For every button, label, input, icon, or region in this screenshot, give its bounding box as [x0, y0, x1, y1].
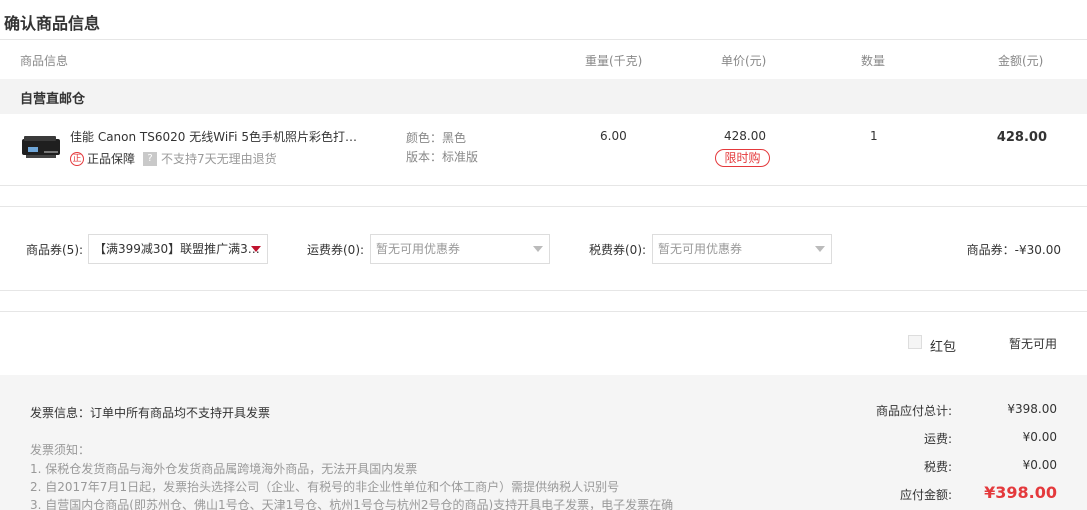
product-coupon-select[interactable]: 【满399减30】联盟推广满3…	[88, 234, 268, 264]
product-color: 颜色：黑色	[406, 131, 467, 145]
product-qty: 1	[870, 129, 878, 143]
page-title: 确认商品信息	[4, 14, 101, 33]
product-name-link[interactable]: 佳能 Canon TS6020 无线WiFi 5色手机照片彩色打…	[70, 128, 360, 145]
chevron-down-icon	[533, 246, 543, 252]
divider	[0, 206, 1087, 207]
tax-coupon-label: 税费券(0):	[589, 243, 647, 257]
summary-pay-label: 应付金额:	[899, 488, 952, 502]
divider	[0, 39, 1087, 40]
coupon-discount-summary: 商品券：-¥30.00	[966, 243, 1061, 257]
summary-tax-label: 税费:	[923, 460, 952, 474]
hongbao-checkbox[interactable]	[908, 335, 922, 349]
summary-shipping-value: ¥0.00	[1022, 430, 1057, 444]
store-header: 自营直邮仓	[0, 79, 1087, 114]
tax-coupon-value: 暂无可用优惠券	[658, 242, 743, 256]
invoice-notice-title: 发票须知：	[30, 443, 91, 457]
shipping-coupon-label: 运费券(0):	[307, 243, 365, 257]
divider	[0, 311, 1087, 312]
product-badges: 正 正品保障 ? 不支持7天无理由退货	[70, 150, 277, 167]
divider	[0, 290, 1087, 291]
product-amount: 428.00	[996, 130, 1047, 145]
summary-pay-value: ¥398.00	[984, 483, 1057, 502]
summary-tax-value: ¥0.00	[1022, 458, 1057, 472]
guarantee-text: 正品保障	[87, 152, 136, 166]
col-header-qty: 数量	[861, 54, 886, 68]
no-return-text: 不支持7天无理由退货	[161, 152, 277, 166]
product-coupon-label: 商品券(5):	[26, 243, 84, 257]
shipping-coupon-value: 暂无可用优惠券	[376, 242, 461, 256]
invoice-notice-item: 1. 保税仓发货商品与海外仓发货商品属跨境海外商品，无法开具国内发票	[30, 462, 418, 476]
col-header-price: 单价(元)	[721, 54, 767, 68]
summary-shipping-label: 运费:	[923, 432, 952, 446]
limited-sale-badge: 限时购	[715, 149, 770, 167]
invoice-notice-item: 3. 自营国内仓商品(即苏州仓、佛山1号仓、天津1号仓、杭州1号仓与杭州2号仓的…	[30, 498, 674, 510]
invoice-notice-item: 2. 自2017年7月1日起，发票抬头选择公司（企业、有税号的非企业性单位和个体…	[30, 480, 620, 494]
chevron-down-icon	[251, 246, 261, 252]
chevron-down-icon	[815, 246, 825, 252]
printer-thumbnail[interactable]	[20, 133, 62, 161]
order-summary: 发票信息：订单中所有商品均不支持开具发票 发票须知： 1. 保税仓发货商品与海外…	[0, 375, 1087, 510]
col-header-product: 商品信息	[20, 54, 69, 68]
col-header-weight: 重量(千克)	[585, 54, 643, 68]
invoice-info: 发票信息：订单中所有商品均不支持开具发票	[30, 406, 271, 420]
shipping-coupon-select[interactable]: 暂无可用优惠券	[370, 234, 550, 264]
hongbao-label: 红包	[930, 340, 957, 355]
hongbao-status: 暂无可用	[1008, 337, 1057, 351]
product-price: 428.00	[724, 129, 766, 143]
divider	[0, 185, 1087, 186]
summary-total-value: ¥398.00	[1007, 402, 1057, 416]
product-coupon-value: 【满399减30】联盟推广满3…	[94, 242, 260, 256]
product-weight: 6.00	[600, 129, 627, 143]
summary-total-label: 商品应付总计:	[875, 404, 952, 418]
store-name: 自营直邮仓	[20, 92, 86, 107]
help-icon[interactable]: ?	[143, 151, 158, 166]
tax-coupon-select[interactable]: 暂无可用优惠券	[652, 234, 832, 264]
product-version: 版本：标准版	[406, 150, 479, 164]
guarantee-icon: 正	[70, 151, 84, 166]
col-header-amount: 金额(元)	[998, 54, 1044, 68]
